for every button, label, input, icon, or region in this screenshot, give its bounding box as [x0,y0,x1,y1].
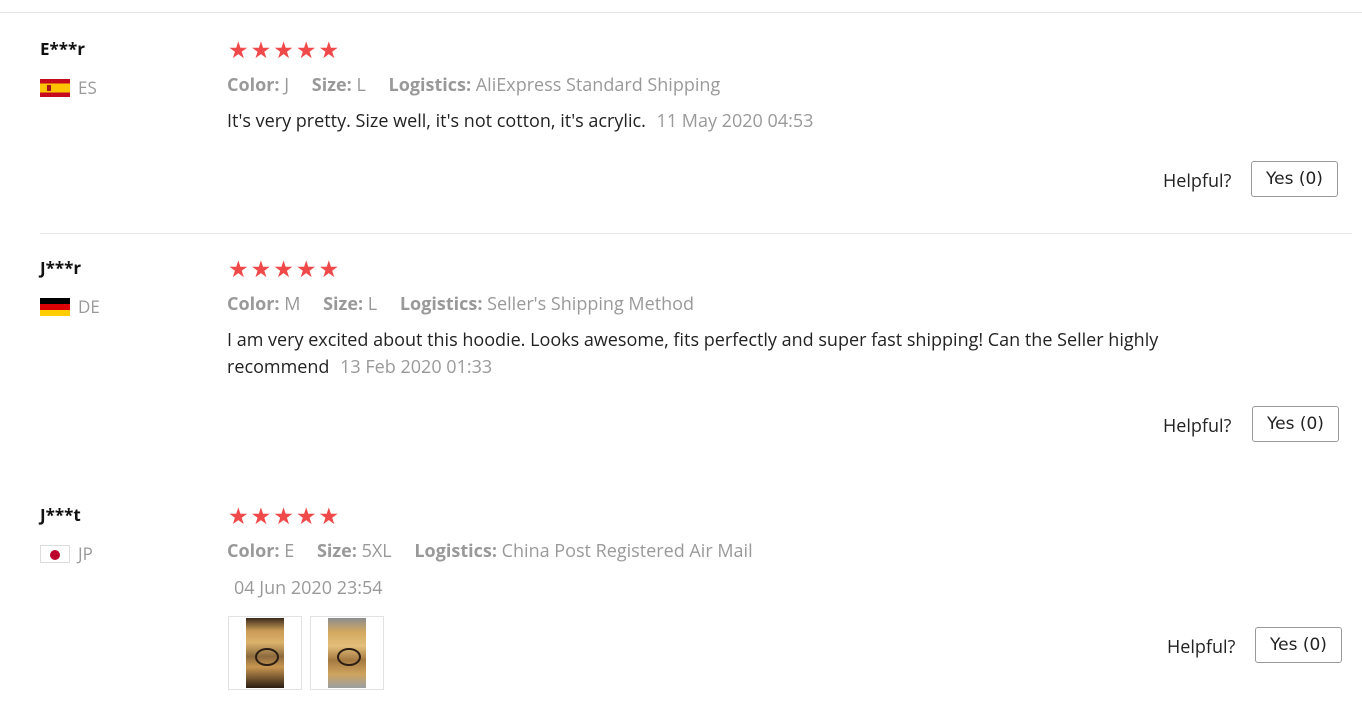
star-rating: ★ ★ ★ ★ ★ [228,257,339,280]
star-icon: ★ [228,252,249,284]
size-label: Size: [311,73,352,97]
color-value: J [284,73,290,97]
star-icon: ★ [273,252,294,284]
review-photo-thumbnail[interactable] [228,616,302,690]
size-label: Size: [323,292,364,316]
logistics-value: Seller's Shipping Method [487,292,694,316]
review-photo-thumbnail[interactable] [310,616,384,690]
review-photo-2 [328,618,366,688]
feedback-text: It's very pretty. Size well, it's not co… [227,109,646,133]
star-icon: ★ [318,252,340,284]
helpful-yes-button[interactable]: Yes (0) [1251,161,1338,197]
helpful-yes-button[interactable]: Yes (0) [1255,627,1342,663]
top-divider [0,12,1362,13]
star-rating: ★ ★ ★ ★ ★ [228,504,339,527]
color-value: M [284,292,301,316]
size-value: 5XL [361,539,392,563]
star-icon: ★ [318,499,340,531]
review-date: 13 Feb 2020 01:33 [340,355,493,379]
star-icon: ★ [295,499,317,531]
review-text: It's very pretty. Size well, it's not co… [227,108,1247,135]
reviewer-name: E***r [40,37,86,60]
logistics-label: Logistics: [388,73,472,97]
country-code: JP [78,542,93,565]
country-code: ES [78,76,97,99]
helpful-label: Helpful? [1163,169,1232,193]
size-value: L [367,292,378,316]
logistics-label: Logistics: [399,292,483,316]
star-icon: ★ [228,499,249,531]
star-rating: ★ ★ ★ ★ ★ [228,38,339,61]
star-icon: ★ [250,33,272,65]
order-info: Color: E Size: 5XL Logistics: China Post… [227,539,753,563]
size-value: L [356,73,366,97]
country-code: DE [78,295,100,318]
reviewer-country: JP [40,542,93,565]
star-icon: ★ [228,33,249,65]
spain-flag-icon [40,78,70,97]
star-icon: ★ [295,33,317,65]
color-value: E [284,539,295,563]
star-icon: ★ [273,499,294,531]
star-icon: ★ [250,499,272,531]
helpful-label: Helpful? [1167,635,1236,659]
review-date: 04 Jun 2020 23:54 [234,576,383,600]
color-label: Color: [227,73,280,97]
review-photo-1 [246,618,284,688]
logistics-value: AliExpress Standard Shipping [475,73,721,97]
reviewer-country: DE [40,295,100,318]
reviewer-country: ES [40,76,97,99]
review-divider [40,233,1352,234]
order-info: Color: M Size: L Logistics: Seller's Shi… [227,292,694,316]
star-icon: ★ [273,33,294,65]
color-label: Color: [227,539,280,563]
review-date: 11 May 2020 04:53 [656,109,814,133]
helpful-label: Helpful? [1163,414,1232,438]
review-text: I am very excited about this hoodie. Loo… [227,327,1247,381]
order-info: Color: J Size: L Logistics: AliExpress S… [227,73,720,97]
star-icon: ★ [295,252,317,284]
logistics-label: Logistics: [414,539,497,563]
logistics-value: China Post Registered Air Mail [501,539,753,563]
star-icon: ★ [250,252,272,284]
reviewer-name: J***r [40,256,82,279]
germany-flag-icon [40,297,70,316]
japan-flag-icon [40,544,70,563]
helpful-yes-button[interactable]: Yes (0) [1252,406,1339,442]
size-label: Size: [316,539,357,563]
reviewer-name: J***t [40,503,81,526]
star-icon: ★ [318,33,340,65]
color-label: Color: [227,292,280,316]
review-photos [228,616,384,690]
